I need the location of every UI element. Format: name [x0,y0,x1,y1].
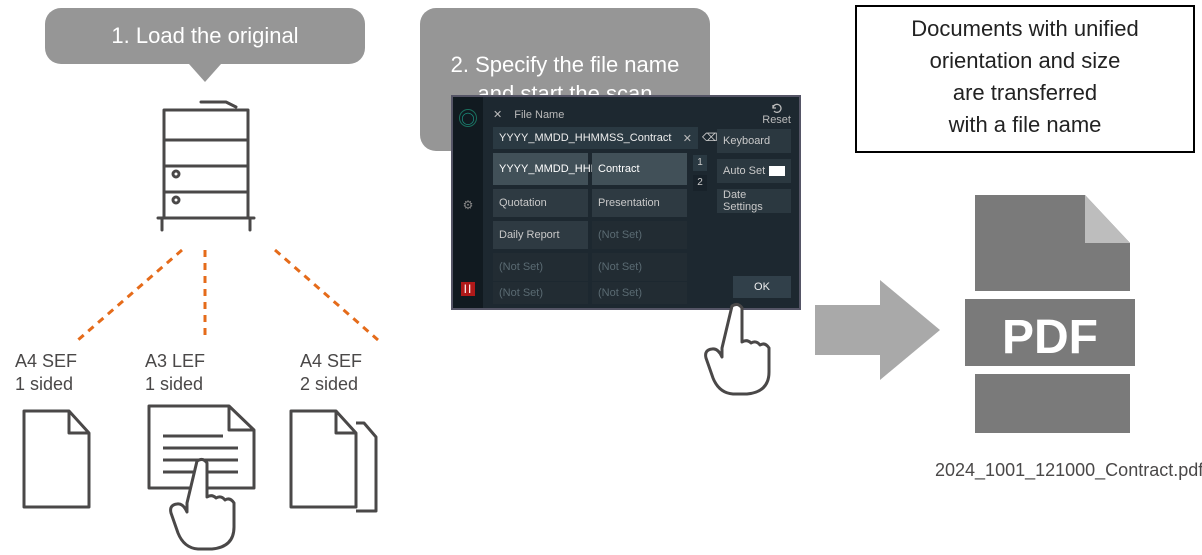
mfp-printer-icon [146,92,266,242]
paper-a-line1: A4 SEF [15,351,77,371]
pause-button[interactable]: II [461,282,475,296]
preset-cell-yyyy-mmdd-hhmmss[interactable]: YYYY_MMDD_HHMMSS [493,153,588,185]
step-1-text: 1. Load the original [111,21,298,51]
filename-input[interactable]: YYYY_MMDD_HHMMSS_Contract ✕ [493,127,698,149]
preset-label: (Not Set) [598,229,642,241]
user-icon[interactable]: ◯ [459,109,477,127]
preset-label: (Not Set) [499,287,543,299]
filename-input-value: YYYY_MMDD_HHMMSS_Contract [499,132,679,144]
preset-cell-empty[interactable]: (Not Set) [493,282,588,304]
paper-b-line2: 1 sided [145,374,203,394]
step-1-callout: 1. Load the original [45,8,365,64]
paper-label-c: A4 SEF 2 sided [300,350,362,395]
autoset-toggle[interactable]: Auto Set [717,159,791,183]
ok-button[interactable]: OK [733,276,791,298]
arrow-right-icon [810,270,945,390]
preset-label: Contract [598,163,640,175]
pdf-filename-text: 2024_1001_121000_Contract.pdf [935,460,1202,480]
preset-label: (Not Set) [499,261,543,273]
dashed-connector-right [270,245,385,345]
paper-c-line1: A4 SEF [300,351,362,371]
callout-tail [189,64,221,82]
date-settings-label: Date Settings [723,189,785,213]
toggle-indicator [769,166,785,176]
preset-label: (Not Set) [598,261,642,273]
page-1-label: 1 [697,157,703,168]
gear-icon[interactable]: ⚙ [463,198,474,212]
hand-pointer-icon [165,455,245,555]
paper-b-line1: A3 LEF [145,351,205,371]
keyboard-button[interactable]: Keyboard [717,129,791,153]
preset-label: Daily Report [499,229,560,241]
preset-label: Presentation [598,197,660,209]
result-description-text: Documents with unified orientation and s… [911,16,1138,137]
preset-label: Quotation [499,197,547,209]
preset-cell-empty[interactable]: (Not Set) [592,282,687,304]
document-portrait-blank-icon [18,405,96,515]
preset-cell-quotation[interactable]: Quotation [493,189,588,217]
page-2[interactable]: 2 [693,175,707,191]
paper-label-b: A3 LEF 1 sided [145,350,205,395]
clear-input-icon[interactable]: ✕ [683,132,692,145]
result-description-box: Documents with unified orientation and s… [855,5,1195,153]
page-2-label: 2 [697,177,703,188]
autoset-label: Auto Set [723,165,765,177]
preset-label: (Not Set) [598,287,642,299]
keyboard-label: Keyboard [723,135,770,147]
ok-label: OK [754,281,770,293]
paper-c-line2: 2 sided [300,374,358,394]
document-double-sided-icon [285,405,381,515]
preset-cell-contract[interactable]: Contract [592,153,687,185]
paper-label-a: A4 SEF 1 sided [15,350,77,395]
backspace-icon[interactable]: ⌫ [702,131,718,144]
scan-settings-panel: ◯ ⚙ II ✕ File Name Reset YYYY_MMDD_HHMMS… [451,95,801,310]
preset-cell-presentation[interactable]: Presentation [592,189,687,217]
paper-a-line2: 1 sided [15,374,73,394]
panel-sidebar: ◯ ⚙ II [453,97,483,308]
page-1[interactable]: 1 [693,155,707,171]
pdf-label: PDF [1002,311,1098,364]
preset-cell-empty[interactable]: (Not Set) [592,221,687,249]
dashed-connector-middle [195,245,215,345]
date-settings-button[interactable]: Date Settings [717,189,791,213]
preset-cell-daily-report[interactable]: Daily Report [493,221,588,249]
preset-cell-empty[interactable]: (Not Set) [493,253,588,281]
hand-pointer-icon [700,300,780,400]
pdf-filename: 2024_1001_121000_Contract.pdf [935,460,1202,481]
dashed-connector-left [70,245,185,345]
close-icon[interactable]: ✕ [493,108,502,121]
reset-button[interactable]: Reset [762,103,791,126]
preset-cell-empty[interactable]: (Not Set) [592,253,687,281]
reset-label: Reset [762,114,791,126]
pdf-file-icon: PDF [955,185,1145,445]
panel-topbar: ✕ File Name Reset [493,103,791,126]
panel-title: File Name [514,109,564,121]
